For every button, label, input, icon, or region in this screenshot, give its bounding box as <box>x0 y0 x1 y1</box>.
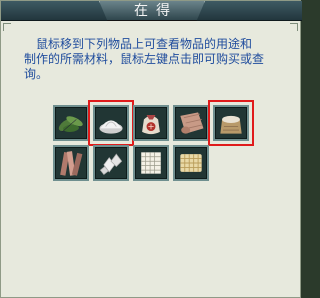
item-slot-6[interactable] <box>53 145 89 181</box>
white-crystals-icon <box>99 153 123 176</box>
item-slot-1[interactable] <box>53 105 89 141</box>
cloth-strips-icon <box>60 151 83 176</box>
woven-mat-icon <box>180 154 202 172</box>
window-title: 在得 <box>134 3 178 19</box>
item-window: 在得 鼠标移到下列物品上可查看物品的用途和 制作的所需材料，鼠标左键点击即可购买… <box>0 0 302 298</box>
instruction-line-1: 鼠标移到下列物品上可查看物品的用途和 <box>36 37 253 51</box>
leather-roll-icon <box>180 112 204 134</box>
item-slot-8[interactable] <box>133 145 169 181</box>
item-slot-9[interactable] <box>173 145 209 181</box>
item-slot-5[interactable] <box>208 100 254 146</box>
grid-paper-icon <box>141 152 161 174</box>
instruction-line-2: 制作的所需材料，鼠标左键点击即可购买或查 <box>24 52 265 66</box>
item-slot-3[interactable] <box>133 105 169 141</box>
corner-ornament <box>290 23 298 31</box>
white-powder-icon <box>99 120 123 134</box>
item-slot-7[interactable] <box>93 145 129 181</box>
red-sack-icon <box>142 115 160 135</box>
corner-ornament <box>3 23 11 31</box>
instruction-line-3: 询。 <box>24 67 49 81</box>
green-leaves-icon <box>58 116 83 133</box>
flour-sack-icon <box>220 115 242 134</box>
item-grid <box>53 100 254 185</box>
instruction-text: 鼠标移到下列物品上可查看物品的用途和 制作的所需材料，鼠标左键点击即可购买或查 … <box>24 37 296 82</box>
item-slot-4[interactable] <box>173 105 209 141</box>
item-slot-2[interactable] <box>88 100 134 146</box>
